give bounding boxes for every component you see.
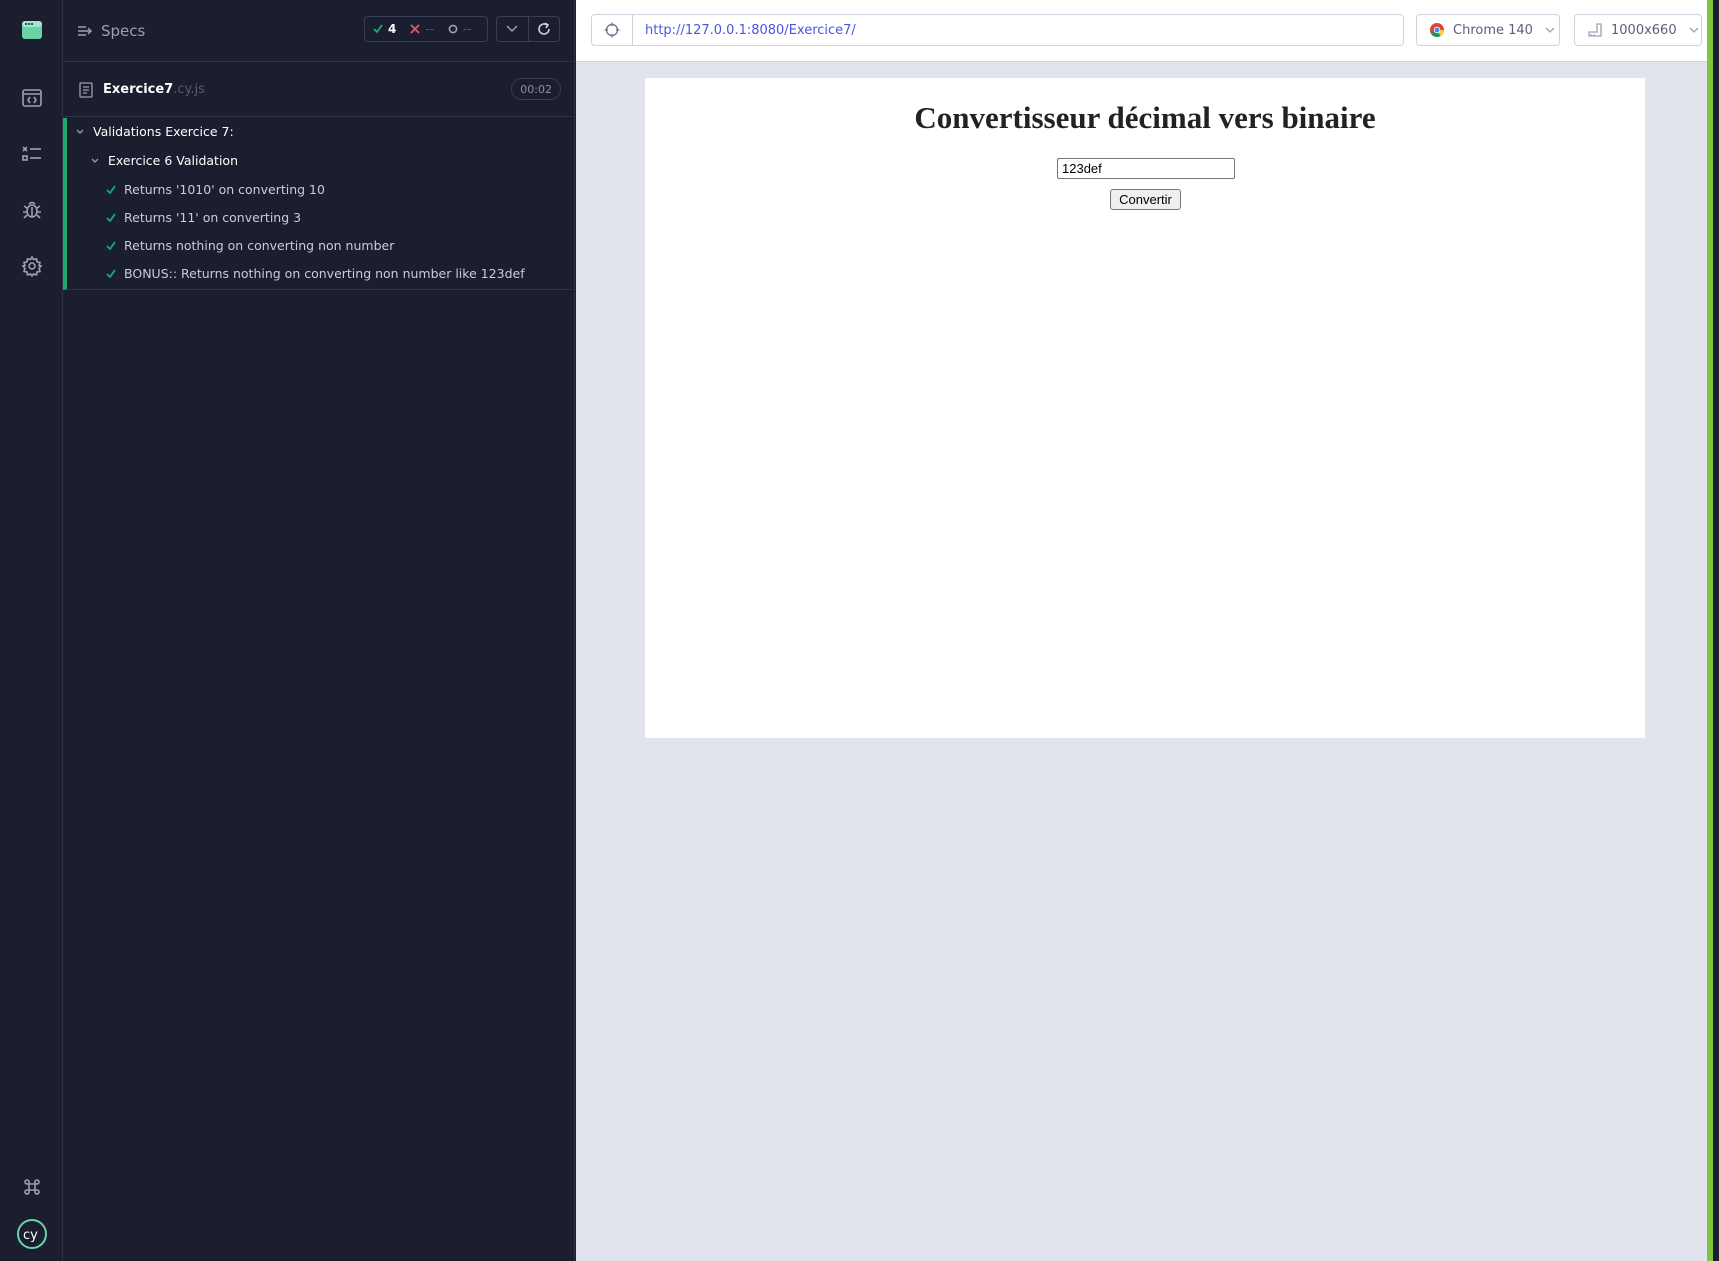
test-title: Returns nothing on converting non number xyxy=(124,238,395,253)
suite-row[interactable]: Validations Exercice 7: xyxy=(75,124,234,139)
check-icon xyxy=(106,268,116,278)
test-row[interactable]: BONUS:: Returns nothing on converting no… xyxy=(106,266,525,281)
chevron-down-icon xyxy=(91,158,99,163)
suite-row[interactable]: Exercice 6 Validation xyxy=(90,153,238,168)
spec-header: Exercice7.cy.js 00:02 xyxy=(63,62,575,117)
passed-count: 4 xyxy=(388,22,397,36)
passed-stat: 4 xyxy=(373,22,396,36)
debug-icon[interactable] xyxy=(0,182,63,238)
test-title: BONUS:: Returns nothing on converting no… xyxy=(124,266,525,281)
crosshair-icon xyxy=(604,22,620,38)
spec-name: Exercice7 xyxy=(103,82,174,97)
test-row[interactable]: Returns '1010' on converting 10 xyxy=(106,182,325,197)
status-accent-bar xyxy=(1707,0,1713,1261)
viewport-selector[interactable]: 1000x660 xyxy=(1574,14,1702,46)
reporter-controls xyxy=(496,16,560,42)
x-icon xyxy=(410,24,420,34)
pending-icon xyxy=(448,24,458,34)
chrome-icon xyxy=(1430,23,1444,38)
browser-toolbar: http://127.0.0.1:8080/Exercice7/ Chrome … xyxy=(576,0,1713,62)
failed-stat: -- xyxy=(410,22,434,36)
specs-list-icon[interactable] xyxy=(0,70,63,126)
specs-label: Specs xyxy=(101,22,146,40)
test-row[interactable]: Returns nothing on converting non number xyxy=(106,238,394,253)
check-icon xyxy=(106,212,116,222)
refresh-icon xyxy=(538,22,550,35)
spec-duration: 00:02 xyxy=(511,78,561,100)
url-text[interactable]: http://127.0.0.1:8080/Exercice7/ xyxy=(633,23,856,38)
cypress-logo-icon[interactable]: cy xyxy=(0,1206,63,1261)
app-iframe: Convertisseur décimal vers binaire Conve… xyxy=(645,78,1645,738)
check-icon xyxy=(373,24,383,34)
check-icon xyxy=(106,184,116,194)
reporter-header: Specs 4 -- -- xyxy=(63,0,575,62)
test-tree: Validations Exercice 7: Exercice 6 Valid… xyxy=(63,118,575,290)
browser-name: Chrome 140 xyxy=(1453,22,1533,38)
test-stats: 4 -- -- xyxy=(364,16,488,42)
pending-count: -- xyxy=(463,22,472,36)
browser-selector[interactable]: Chrome 140 xyxy=(1416,14,1560,46)
runs-icon[interactable] xyxy=(0,126,63,182)
svg-text:cy: cy xyxy=(23,1228,38,1243)
chevron-down-icon xyxy=(1545,27,1555,33)
rerun-button[interactable] xyxy=(527,17,559,41)
settings-icon[interactable] xyxy=(0,238,63,294)
url-bar: http://127.0.0.1:8080/Exercice7/ xyxy=(591,14,1404,46)
check-icon xyxy=(106,240,116,250)
chevron-down-icon xyxy=(76,129,84,134)
convert-button[interactable]: Convertir xyxy=(1110,189,1181,210)
spec-file-name[interactable]: Exercice7.cy.js xyxy=(103,82,205,97)
page-title: Convertisseur décimal vers binaire xyxy=(914,100,1376,135)
viewport-size: 1000x660 xyxy=(1611,22,1677,38)
viewport-icon xyxy=(1588,23,1602,37)
reporter-panel: Specs 4 -- -- Exercice7.cy.js 00:02 Vali… xyxy=(63,0,575,1261)
document-icon xyxy=(79,82,93,98)
toggle-specs-icon xyxy=(78,26,93,36)
suite-title: Validations Exercice 7: xyxy=(93,124,234,139)
app-logo-icon[interactable] xyxy=(0,2,63,58)
sidebar-nav: cy xyxy=(0,0,63,1261)
specs-toggle-button[interactable]: Specs xyxy=(77,18,145,44)
pending-stat: -- xyxy=(448,22,472,36)
chevron-down-icon xyxy=(506,25,519,33)
collapse-all-button[interactable] xyxy=(497,17,528,41)
chevron-down-icon xyxy=(1689,27,1699,33)
suite-title: Exercice 6 Validation xyxy=(108,153,238,168)
selector-playground-button[interactable] xyxy=(592,15,633,45)
test-title: Returns '11' on converting 3 xyxy=(124,210,302,225)
app-under-test-area: http://127.0.0.1:8080/Exercice7/ Chrome … xyxy=(576,0,1713,1261)
spec-ext: .cy.js xyxy=(173,82,205,97)
test-row[interactable]: Returns '11' on converting 3 xyxy=(106,210,301,225)
failed-count: -- xyxy=(425,22,435,36)
test-title: Returns '1010' on converting 10 xyxy=(124,182,325,197)
decimal-input[interactable] xyxy=(1057,158,1235,179)
